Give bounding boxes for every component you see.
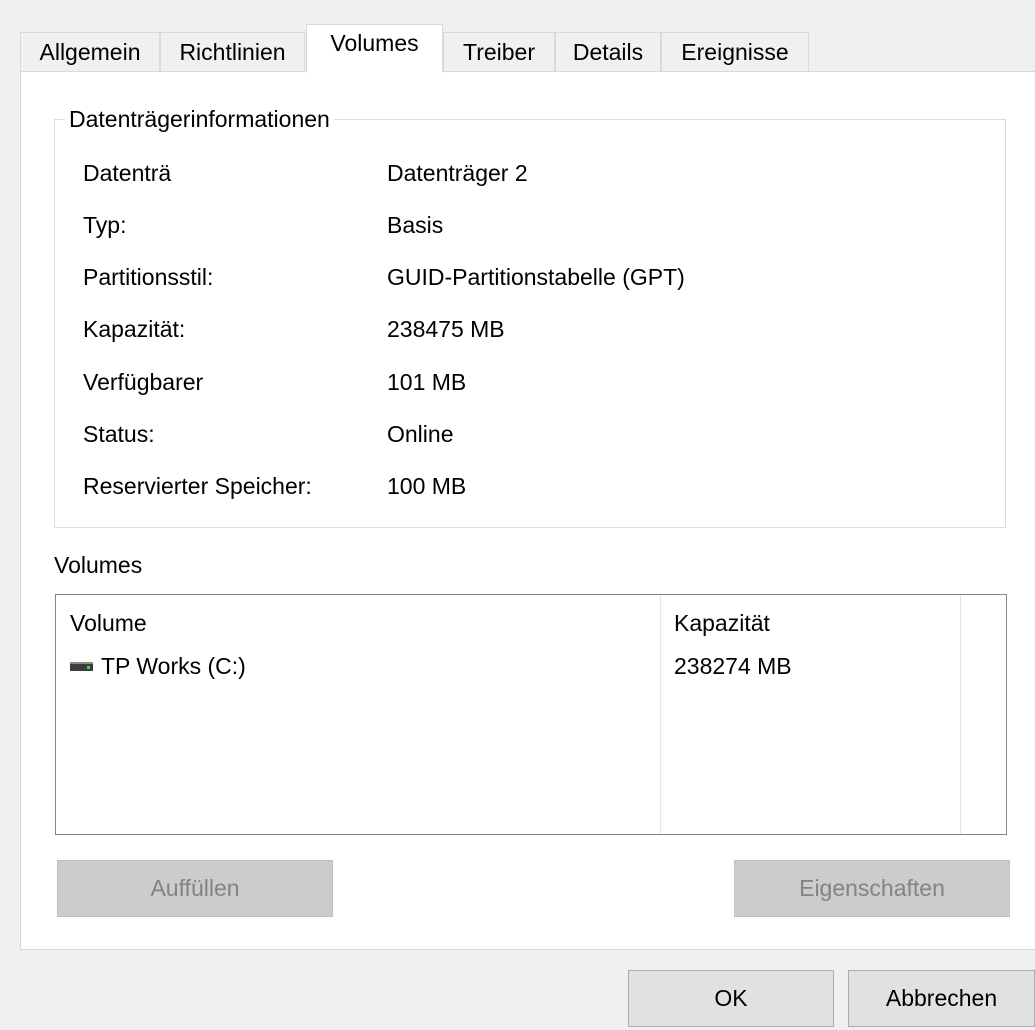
column-header-capacity[interactable]: Kapazität: [674, 609, 770, 637]
partition-style-label: Partitionsstil:: [83, 264, 214, 290]
available-label: Verfügbarer: [83, 369, 204, 395]
volumes-section-label: Volumes: [54, 552, 143, 578]
tab-allgemein-label: Allgemein: [39, 39, 141, 65]
properties-button[interactable]: Eigenschaften: [734, 860, 1010, 917]
reserved-label: Reservierter Speicher:: [83, 473, 312, 499]
disk-label: Datenträ: [83, 160, 172, 186]
tab-details-label: Details: [572, 39, 644, 65]
available-value: 101 MB: [387, 369, 467, 395]
cancel-button[interactable]: Abbrechen: [848, 970, 1035, 1027]
tab-volumes[interactable]: Volumes: [306, 24, 443, 73]
disk-value: Datenträger 2: [387, 160, 528, 186]
drive-icon: [70, 661, 93, 671]
volume-row-capacity: 238274 MB: [674, 653, 792, 679]
capacity-label: Kapazität:: [83, 316, 186, 342]
tab-richtlinien[interactable]: Richtlinien: [160, 32, 305, 72]
tab-allgemein[interactable]: Allgemein: [20, 32, 160, 72]
tab-treiber[interactable]: Treiber: [443, 32, 555, 72]
tab-ereignisse[interactable]: Ereignisse: [661, 32, 809, 72]
tab-treiber-label: Treiber: [463, 39, 535, 65]
status-value: Online: [387, 421, 454, 447]
tab-details[interactable]: Details: [555, 32, 661, 72]
tab-ereignisse-label: Ereignisse: [681, 39, 789, 65]
disk-info-title: Datenträgerinformationen: [65, 105, 334, 133]
type-value: Basis: [387, 212, 444, 238]
status-label: Status:: [83, 421, 155, 447]
type-label: Typ:: [83, 212, 127, 238]
column-divider[interactable]: [960, 595, 961, 834]
column-header-volume[interactable]: Volume: [70, 609, 147, 637]
volumes-tab-panel: Datenträgerinformationen Datenträ Datent…: [20, 71, 1035, 950]
ok-button[interactable]: OK: [628, 970, 834, 1027]
partition-style-value: GUID-Partitionstabelle (GPT): [387, 264, 685, 290]
column-divider[interactable]: [660, 595, 661, 834]
tab-volumes-label: Volumes: [330, 30, 419, 56]
volume-row-name[interactable]: TP Works (C:): [70, 652, 246, 680]
capacity-value: 238475 MB: [387, 316, 505, 342]
tab-richtlinien-label: Richtlinien: [179, 39, 286, 65]
reserved-value: 100 MB: [387, 473, 467, 499]
volumes-list[interactable]: Volume Kapazität TP Works (C:) 238274 MB: [55, 594, 1007, 835]
fill-button[interactable]: Auffüllen: [57, 860, 333, 917]
volume-name: TP Works (C:): [101, 653, 246, 679]
disk-info-group: Datenträgerinformationen Datenträ Datent…: [54, 105, 1006, 528]
